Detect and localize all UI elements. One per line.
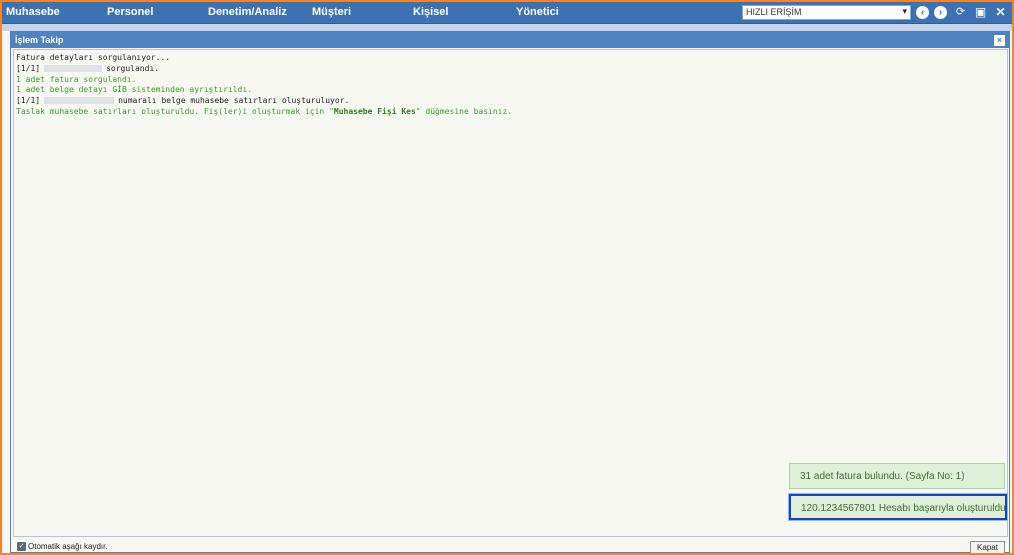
menu-denetim-analiz[interactable]: Denetim/Analiz bbox=[208, 6, 287, 18]
quick-access-select[interactable]: HIZLI ERİŞİM ▾ bbox=[742, 5, 911, 20]
redacted-text bbox=[44, 97, 115, 105]
auto-scroll-checkbox[interactable]: ✓ Otomatik aşağı kaydır. bbox=[17, 542, 108, 551]
close-button[interactable]: Kapat bbox=[970, 541, 1005, 553]
log-text: 1 adet belge detayı GİB sisteminden ayrı… bbox=[16, 85, 253, 95]
log-text: 1 adet fatura sorgulandı. bbox=[16, 74, 137, 84]
back-icon[interactable]: ‹ bbox=[916, 6, 929, 19]
log-line: [1/1] numaralı belge muhasebe satırları o… bbox=[16, 96, 1005, 107]
modal-header: İşlem Takip × bbox=[11, 32, 1009, 48]
close-icon[interactable]: × bbox=[994, 35, 1005, 46]
log-text: Fatura detayları sorgulanıyor... bbox=[16, 53, 171, 62]
log-line: Taslak muhasebe satırları oluşturuldu. F… bbox=[16, 107, 1005, 118]
button-name-highlight: Muhasebe Fişi Kes bbox=[333, 106, 416, 116]
maximize-icon[interactable]: ▣ bbox=[974, 6, 987, 19]
log-text: numaralı belge muhasebe satırları oluştu… bbox=[118, 96, 350, 106]
menu-personel[interactable]: Personel bbox=[107, 6, 153, 18]
chevron-down-icon: ▾ bbox=[902, 6, 907, 16]
menu-musteri[interactable]: Müşteri bbox=[312, 6, 351, 18]
islem-takip-modal: İşlem Takip × Fatura detayları sorgulanı… bbox=[10, 31, 1010, 553]
toast-account-created: 120.1234567801 Hesabı başarıyla oluşturu… bbox=[788, 493, 1008, 521]
menu-muhasebe[interactable]: Muhasebe bbox=[6, 6, 60, 18]
log-text: sorgulandı. bbox=[106, 63, 160, 73]
main-menubar: Muhasebe Personel Denetim/Analiz Müşteri… bbox=[2, 2, 1012, 24]
menu-yonetici[interactable]: Yönetici bbox=[516, 6, 559, 18]
refresh-icon[interactable]: ⟳ bbox=[954, 6, 967, 19]
log-line: Fatura detayları sorgulanıyor... bbox=[16, 53, 1005, 64]
background-toolbar-strip bbox=[2, 24, 1012, 31]
log-text: [1/1] bbox=[16, 63, 41, 73]
forward-icon[interactable]: › bbox=[934, 6, 947, 19]
log-line: 1 adet belge detayı GİB sisteminden ayrı… bbox=[16, 85, 1005, 96]
modal-footer: ✓ Otomatik aşağı kaydır. Kapat bbox=[11, 539, 1009, 553]
app-window: Muhasebe Personel Denetim/Analiz Müşteri… bbox=[0, 0, 1014, 555]
log-text: [1/1] bbox=[16, 96, 41, 106]
redacted-text bbox=[44, 64, 103, 72]
modal-title: İşlem Takip bbox=[15, 35, 64, 45]
log-line: [1/1] sorgulandı. bbox=[16, 64, 1005, 75]
auto-scroll-label: Otomatik aşağı kaydır. bbox=[28, 542, 108, 551]
log-text: Taslak muhasebe satırları oluşturuldu. F… bbox=[16, 106, 334, 116]
log-line: 1 adet fatura sorgulandı. bbox=[16, 75, 1005, 86]
checkbox-checked-icon[interactable]: ✓ bbox=[17, 542, 26, 551]
close-window-icon[interactable]: ✕ bbox=[994, 6, 1007, 19]
quick-access-value: HIZLI ERİŞİM bbox=[746, 7, 802, 17]
menu-kisisel[interactable]: Kişisel bbox=[413, 6, 448, 18]
toast-invoices-found: 31 adet fatura bulundu. (Sayfa No: 1) bbox=[789, 463, 1005, 489]
log-text: " düğmesine basınız. bbox=[415, 106, 513, 116]
